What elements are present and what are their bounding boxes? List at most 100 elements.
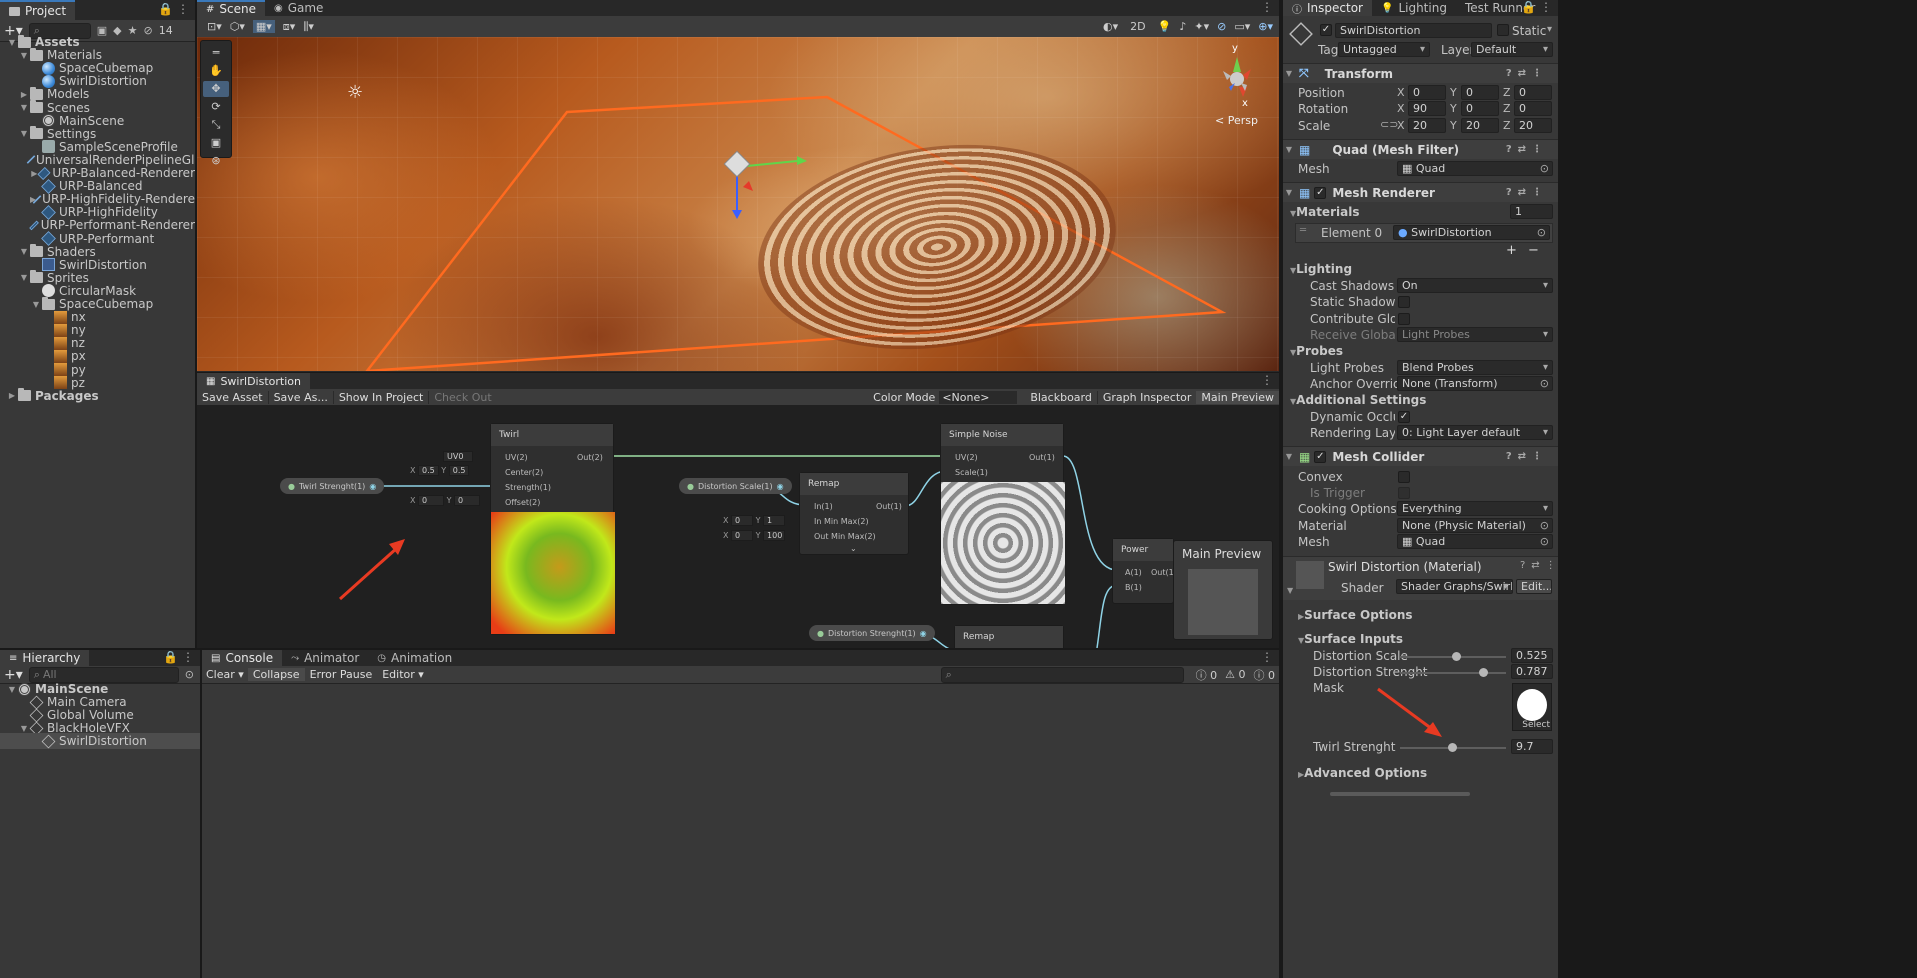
hidden-objects-icon[interactable]: ⊘ [1217, 20, 1226, 33]
component-help-settings-icons[interactable]: ?⇄⋮ [1506, 144, 1548, 155]
panel-menu-icon[interactable]: 🔒 ⋮ [158, 2, 189, 16]
expand-arrow-icon[interactable]: ▶ [18, 90, 30, 99]
expand-arrow-icon[interactable]: ▼ [6, 38, 18, 47]
active-checkbox[interactable]: ✓ [1320, 24, 1332, 36]
error-filter-toggle[interactable]: ⓘ 0 [1250, 667, 1280, 683]
camera-icon[interactable]: ▭▾ [1234, 20, 1250, 33]
blackboard-toggle[interactable]: Blackboard [1025, 391, 1097, 404]
cooking-options-dropdown[interactable]: Everything [1397, 501, 1553, 516]
tab-game[interactable]: ◉ Game [265, 0, 332, 16]
twirl-center-port[interactable]: Center(2) [505, 468, 543, 477]
component-help-settings-icons[interactable]: ?⇄⋮ [1506, 187, 1548, 198]
distortion-strength-slider[interactable] [1400, 668, 1506, 677]
object-picker-icon[interactable]: ⊙ [1540, 377, 1549, 390]
search-options-icon[interactable]: ⊙ [185, 668, 194, 681]
scale-tool-icon[interactable]: ⤡ [203, 117, 229, 133]
transform-header[interactable]: ▼ ⤧ Transform ?⇄⋮ [1283, 63, 1558, 83]
rect-tool-icon[interactable]: ▣ [203, 135, 229, 151]
inspector-scrollbar[interactable] [1330, 792, 1470, 796]
simple-noise-node[interactable]: Simple Noise UV(2) Scale(1) Out(1) [940, 423, 1065, 605]
transform-pos-x-field[interactable]: 0 [1408, 85, 1446, 100]
transform-pos-z-field[interactable]: 0 [1514, 85, 1552, 100]
grid-snap-icon[interactable]: ▦▾ [252, 20, 275, 33]
static-shadow-caster-checkbox[interactable] [1398, 296, 1410, 308]
object-picker-icon[interactable]: ⊙ [1537, 226, 1546, 239]
twirl-uv-dropdown[interactable]: UV0 [443, 451, 473, 462]
object-name-field[interactable]: SwirlDistortion [1335, 23, 1492, 38]
twirl-out-port[interactable]: Out(2) [577, 453, 603, 462]
expand-arrow-icon[interactable]: ▼ [18, 273, 30, 282]
transform-scl-x-field[interactable]: 20 [1408, 118, 1446, 133]
shader-dropdown[interactable]: Shader Graphs/SwirlDistortio [1396, 579, 1513, 594]
save-as-button[interactable]: Save As... [267, 391, 333, 404]
probes-foldout[interactable]: ▼Probes [1290, 344, 1343, 358]
move-gizmo[interactable] [717, 147, 817, 227]
distortion-scale-slider[interactable] [1400, 652, 1506, 661]
remap-out-minmax-port[interactable]: Out Min Max(2) [814, 532, 876, 541]
noise-scale-port[interactable]: Scale(1) [955, 468, 988, 477]
expand-arrow-icon[interactable]: ▼ [18, 247, 30, 256]
effects-icon[interactable]: ✦▾ [1194, 20, 1209, 33]
distortion-scale-knob[interactable] [1452, 652, 1461, 661]
shadergraph-menu-icon[interactable]: ⋮ [1261, 373, 1273, 387]
mesh-filter-header[interactable]: ▼ ▦ Quad (Mesh Filter) ?⇄⋮ [1283, 139, 1558, 159]
power-b-port[interactable]: B(1) [1125, 583, 1142, 592]
tab-console[interactable]: ▤ Console [202, 650, 283, 666]
twirl-center-y[interactable]: 0.5 [448, 465, 470, 476]
collider-mesh-field[interactable]: ▦ Quad ⊙ [1397, 534, 1553, 549]
draw-mode-icon[interactable]: ⊡▾ [207, 20, 222, 33]
expand-arrow-icon[interactable]: ▼ [6, 685, 18, 694]
check-out-button[interactable]: Check Out [428, 391, 496, 404]
transform-rot-x-field[interactable]: 90 [1408, 101, 1446, 116]
static-checkbox[interactable] [1497, 24, 1509, 36]
twirl-strength-property-node[interactable]: ● Twirl Strenght(1) ◉ [280, 478, 385, 494]
noise-out-port[interactable]: Out(1) [1029, 453, 1055, 462]
tab-animation[interactable]: ◷ Animation [368, 650, 461, 666]
main-preview-toggle[interactable]: Main Preview [1196, 391, 1279, 404]
hierarchy-menu-icon[interactable]: 🔒 ⋮ [163, 650, 194, 664]
power-a-port[interactable]: A(1) [1125, 568, 1142, 577]
tree-item[interactable]: ▶ Packages [0, 388, 195, 404]
anchor-override-field[interactable]: None (Transform) ⊙ [1397, 376, 1553, 391]
shader-edit-button[interactable]: Edit... [1516, 579, 1552, 594]
expand-arrow-icon[interactable]: ▼ [30, 300, 42, 309]
tab-lighting[interactable]: 💡 Lighting [1372, 0, 1456, 16]
twirl-offset-port[interactable]: Offset(2) [505, 498, 540, 507]
add-element-button[interactable]: + [1506, 243, 1517, 258]
transform-tool-icon[interactable]: ⊛ [203, 153, 229, 169]
surface-inputs-foldout[interactable]: ▼Surface Inputs [1298, 632, 1403, 646]
transform-scl-y-field[interactable]: 20 [1461, 118, 1499, 133]
color-mode-dropdown[interactable]: <None> [939, 391, 1018, 404]
mesh-collider-enabled-checkbox[interactable]: ✓ [1314, 450, 1327, 463]
distortion-strength-knob[interactable] [1479, 668, 1488, 677]
drag-handle-icon[interactable]: ═ [1300, 225, 1306, 236]
tab-scene[interactable]: # Scene [197, 0, 265, 16]
audio-toggle-icon[interactable]: ♪ [1179, 20, 1186, 33]
tab-project[interactable]: Project [0, 0, 76, 20]
light-probes-dropdown[interactable]: Blend Probes [1397, 360, 1553, 375]
move-tool-icon[interactable]: ✥ [203, 81, 229, 97]
expand-arrow-icon[interactable]: ▼ [18, 724, 30, 733]
material-foldout-icon[interactable]: ▼ [1287, 586, 1293, 595]
transform-rot-z-field[interactable]: 0 [1514, 101, 1552, 116]
tag-dropdown[interactable]: Untagged [1338, 42, 1430, 57]
show-in-project-button[interactable]: Show In Project [332, 391, 429, 404]
scene-viewport[interactable]: ☼ y x < Persp [197, 37, 1279, 371]
remap-node[interactable]: Remap In(1) In Min Max(2) Out Min Max(2)… [799, 472, 909, 555]
shading-mode-icon[interactable]: ◐▾ [1103, 20, 1118, 33]
layer-dropdown[interactable]: Default [1471, 42, 1553, 57]
element0-material-field[interactable]: ● SwirlDistortion ⊙ [1393, 225, 1550, 240]
power-node[interactable]: Power A(1) B(1) Out(1) [1112, 538, 1177, 604]
inspector-menu-icon[interactable]: 🔒 ⋮ [1521, 0, 1552, 14]
lighting-toggle-icon[interactable]: 💡 [1158, 20, 1172, 33]
twirl-offset-x[interactable]: 0 [418, 495, 445, 506]
twirl-uv-port[interactable]: UV(2) [505, 453, 528, 462]
collapse-chevron-icon[interactable]: ⌄ [850, 544, 857, 553]
twirl-strength-knob[interactable] [1448, 743, 1457, 752]
noise-uv-port[interactable]: UV(2) [955, 453, 978, 462]
surface-options-foldout[interactable]: ▶Surface Options [1298, 608, 1413, 622]
2d-toggle-button[interactable]: 2D [1126, 20, 1149, 33]
additional-settings-foldout[interactable]: ▼Additional Settings [1290, 393, 1426, 407]
scale-link-icon[interactable]: ⊂⊃ [1380, 118, 1398, 131]
clear-button[interactable]: Clear ▾ [202, 668, 248, 681]
